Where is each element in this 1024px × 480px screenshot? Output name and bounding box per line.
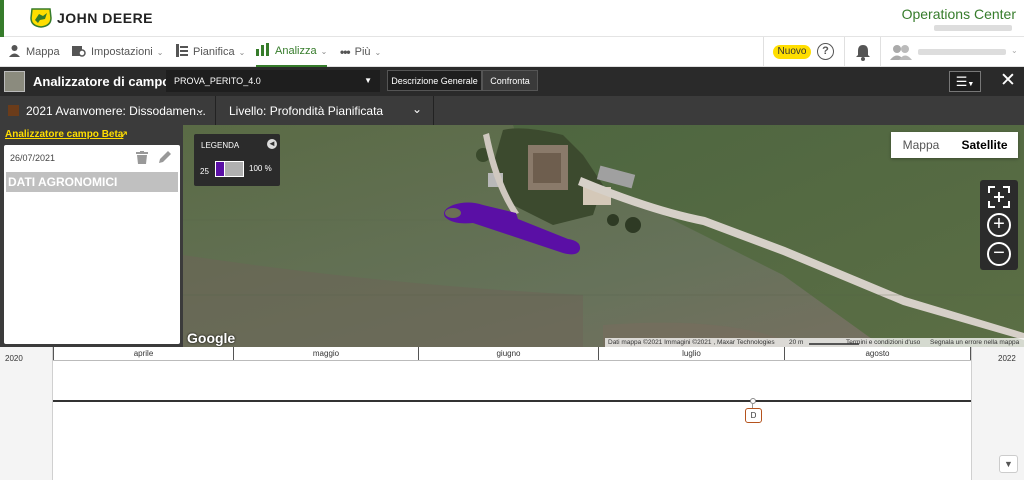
timeline-month: aprile [53, 347, 233, 361]
filter-bar: 2021 Avanvomere: Dissodamen... ⌄ Livello… [0, 96, 1024, 125]
field-select-value: PROVA_PERITO_4.0 [174, 76, 261, 86]
toolbar-title: Analizzatore di campo [33, 74, 171, 89]
chevron-down-icon: ⌄ [320, 46, 328, 56]
timeline-month: giugno [418, 347, 598, 361]
nav-divider [880, 37, 881, 67]
compare-button[interactable]: Confronta [482, 70, 538, 91]
nav-divider [844, 37, 845, 67]
users-icon[interactable] [890, 44, 912, 60]
chevron-down-icon: ⌄ [238, 47, 246, 57]
fullscreen-icon[interactable] [986, 184, 1012, 210]
map-zoom-controls: + − [980, 180, 1018, 270]
chevron-down-icon: ⌄ [156, 47, 164, 57]
nav-item-analizza[interactable]: Analizza ⌄ [256, 37, 328, 67]
timeline-axis [53, 400, 971, 402]
nav-label: Impostazioni [91, 46, 153, 58]
app-title[interactable]: Operations Center [902, 6, 1016, 22]
agronomic-data-section[interactable]: DATI AGRONOMICI [6, 172, 178, 192]
map-legend: LEGENDA ◄ 25 100 % [194, 134, 280, 186]
caret-down-icon: ▼ [364, 76, 372, 85]
hamburger-icon: ☰ [955, 74, 968, 89]
nav-label: Analizza [275, 45, 317, 57]
timeline-ruler [53, 360, 971, 361]
map-scale-label[interactable]: 20 m [789, 338, 803, 347]
external-link-icon[interactable]: ↗ [119, 128, 128, 141]
left-panel: Analizzatore campo Beta ↗ 26/07/2021 DAT… [0, 125, 183, 347]
more-dots-icon: ••• [340, 45, 351, 59]
john-deere-logo-icon[interactable] [30, 8, 52, 28]
map-type-satellite-button[interactable]: Satellite [951, 132, 1018, 158]
chevron-down-icon: ⌄ [374, 47, 382, 57]
legend-min-value: 25 [200, 167, 209, 176]
timeline-year-start[interactable]: 2020 [5, 354, 23, 363]
settings-icon [72, 44, 86, 60]
satellite-map[interactable]: LEGENDA ◄ 25 100 % Mappa Satellite + − G… [183, 125, 1024, 347]
nav-item-impostazioni[interactable]: Impostazioni ⌄ [72, 37, 163, 67]
field-select[interactable]: PROVA_PERITO_4.0 ▼ [166, 70, 380, 92]
timeline-month: agosto [784, 347, 971, 361]
chevron-down-icon[interactable]: ⌄ [195, 102, 205, 116]
beta-analyzer-link[interactable]: Analizzatore campo Beta [5, 129, 123, 140]
google-logo: Google [187, 330, 236, 346]
main-nav: Mappa Impostazioni ⌄ Pianifica ⌄ Analizz… [0, 37, 1024, 67]
timeline-prev-year[interactable] [0, 347, 53, 480]
map-report-error-link[interactable]: Segnala un errore nella mappa [930, 338, 1019, 347]
nav-item-mappa[interactable]: Mappa [8, 37, 60, 67]
nav-label: Mappa [26, 46, 60, 58]
timeline: 2020 2022 aprile maggio giugno luglio ag… [0, 347, 1024, 480]
timeline-year-end[interactable]: 2022 [998, 354, 1016, 363]
organization-name-redacted[interactable] [934, 25, 1012, 31]
crop-operation-select[interactable]: 2021 Avanvomere: Dissodamen... [26, 104, 206, 118]
nav-item-piu[interactable]: ••• Più ⌄ [340, 37, 381, 67]
map-type-map-button[interactable]: Mappa [891, 132, 951, 158]
zoom-in-icon[interactable]: + [987, 213, 1011, 237]
brand-accent-bar [0, 0, 4, 37]
filter-divider [433, 96, 434, 125]
help-icon[interactable]: ? [817, 43, 834, 60]
trash-icon[interactable] [136, 151, 148, 164]
pencil-icon[interactable] [159, 150, 172, 163]
plan-icon [176, 44, 188, 60]
brand-name: JOHN DEERE [57, 10, 154, 26]
map-attribution: Dati mappa ©2021 Immagini ©2021 , Maxar … [605, 338, 1024, 347]
bar-chart-icon [256, 43, 270, 59]
timeline-month: maggio [233, 347, 418, 361]
nav-divider [763, 37, 764, 67]
legend-neutral-swatch [224, 161, 244, 177]
analyzer-toolbar: Analizzatore di campo PROVA_PERITO_4.0 ▼… [0, 67, 1024, 96]
close-icon[interactable]: ✕ [997, 69, 1019, 93]
level-select[interactable]: Livello: Profondità Pianificata [229, 104, 383, 118]
timeline-month: luglio [598, 347, 784, 361]
timeline-event-dot[interactable] [750, 398, 756, 404]
nav-item-pianifica[interactable]: Pianifica ⌄ [176, 37, 245, 67]
new-badge[interactable]: Nuovo [773, 45, 811, 59]
field-thumbnail-icon [4, 71, 25, 92]
map-data-credit: Dati mappa ©2021 Immagini ©2021 , Maxar … [608, 339, 775, 346]
chevron-down-icon[interactable]: ⌄ [1011, 46, 1018, 55]
filter-divider [215, 96, 216, 125]
crop-color-swatch [8, 105, 19, 116]
map-type-toggle: Mappa Satellite [891, 132, 1018, 158]
caret-down-icon: ▼ [967, 81, 975, 88]
timeline-event-marker[interactable]: D [745, 408, 762, 423]
overview-button[interactable]: Descrizione Generale [387, 70, 482, 91]
operation-card[interactable]: 26/07/2021 DATI AGRONOMICI [4, 145, 180, 344]
legend-title: LEGENDA [201, 141, 240, 150]
collapse-icon[interactable]: ◄ [267, 139, 277, 149]
satellite-imagery [183, 125, 1024, 347]
user-name-redacted[interactable] [918, 49, 1006, 55]
chevron-down-icon[interactable]: ⌄ [412, 102, 422, 116]
zoom-out-icon[interactable]: − [987, 242, 1011, 266]
nav-label: Pianifica [193, 46, 235, 58]
card-date: 26/07/2021 [10, 153, 56, 163]
nav-label: Più [354, 46, 371, 58]
legend-max-value: 100 % [249, 164, 272, 173]
app-header: JOHN DEERE Operations Center [0, 0, 1024, 37]
bell-icon[interactable] [854, 43, 872, 61]
hamburger-menu-button[interactable]: ☰▼ [949, 71, 981, 92]
chevron-down-icon[interactable]: ▼ [999, 455, 1018, 473]
person-pin-icon [8, 44, 21, 60]
map-terms-link[interactable]: Termini e condizioni d'uso [846, 338, 920, 347]
